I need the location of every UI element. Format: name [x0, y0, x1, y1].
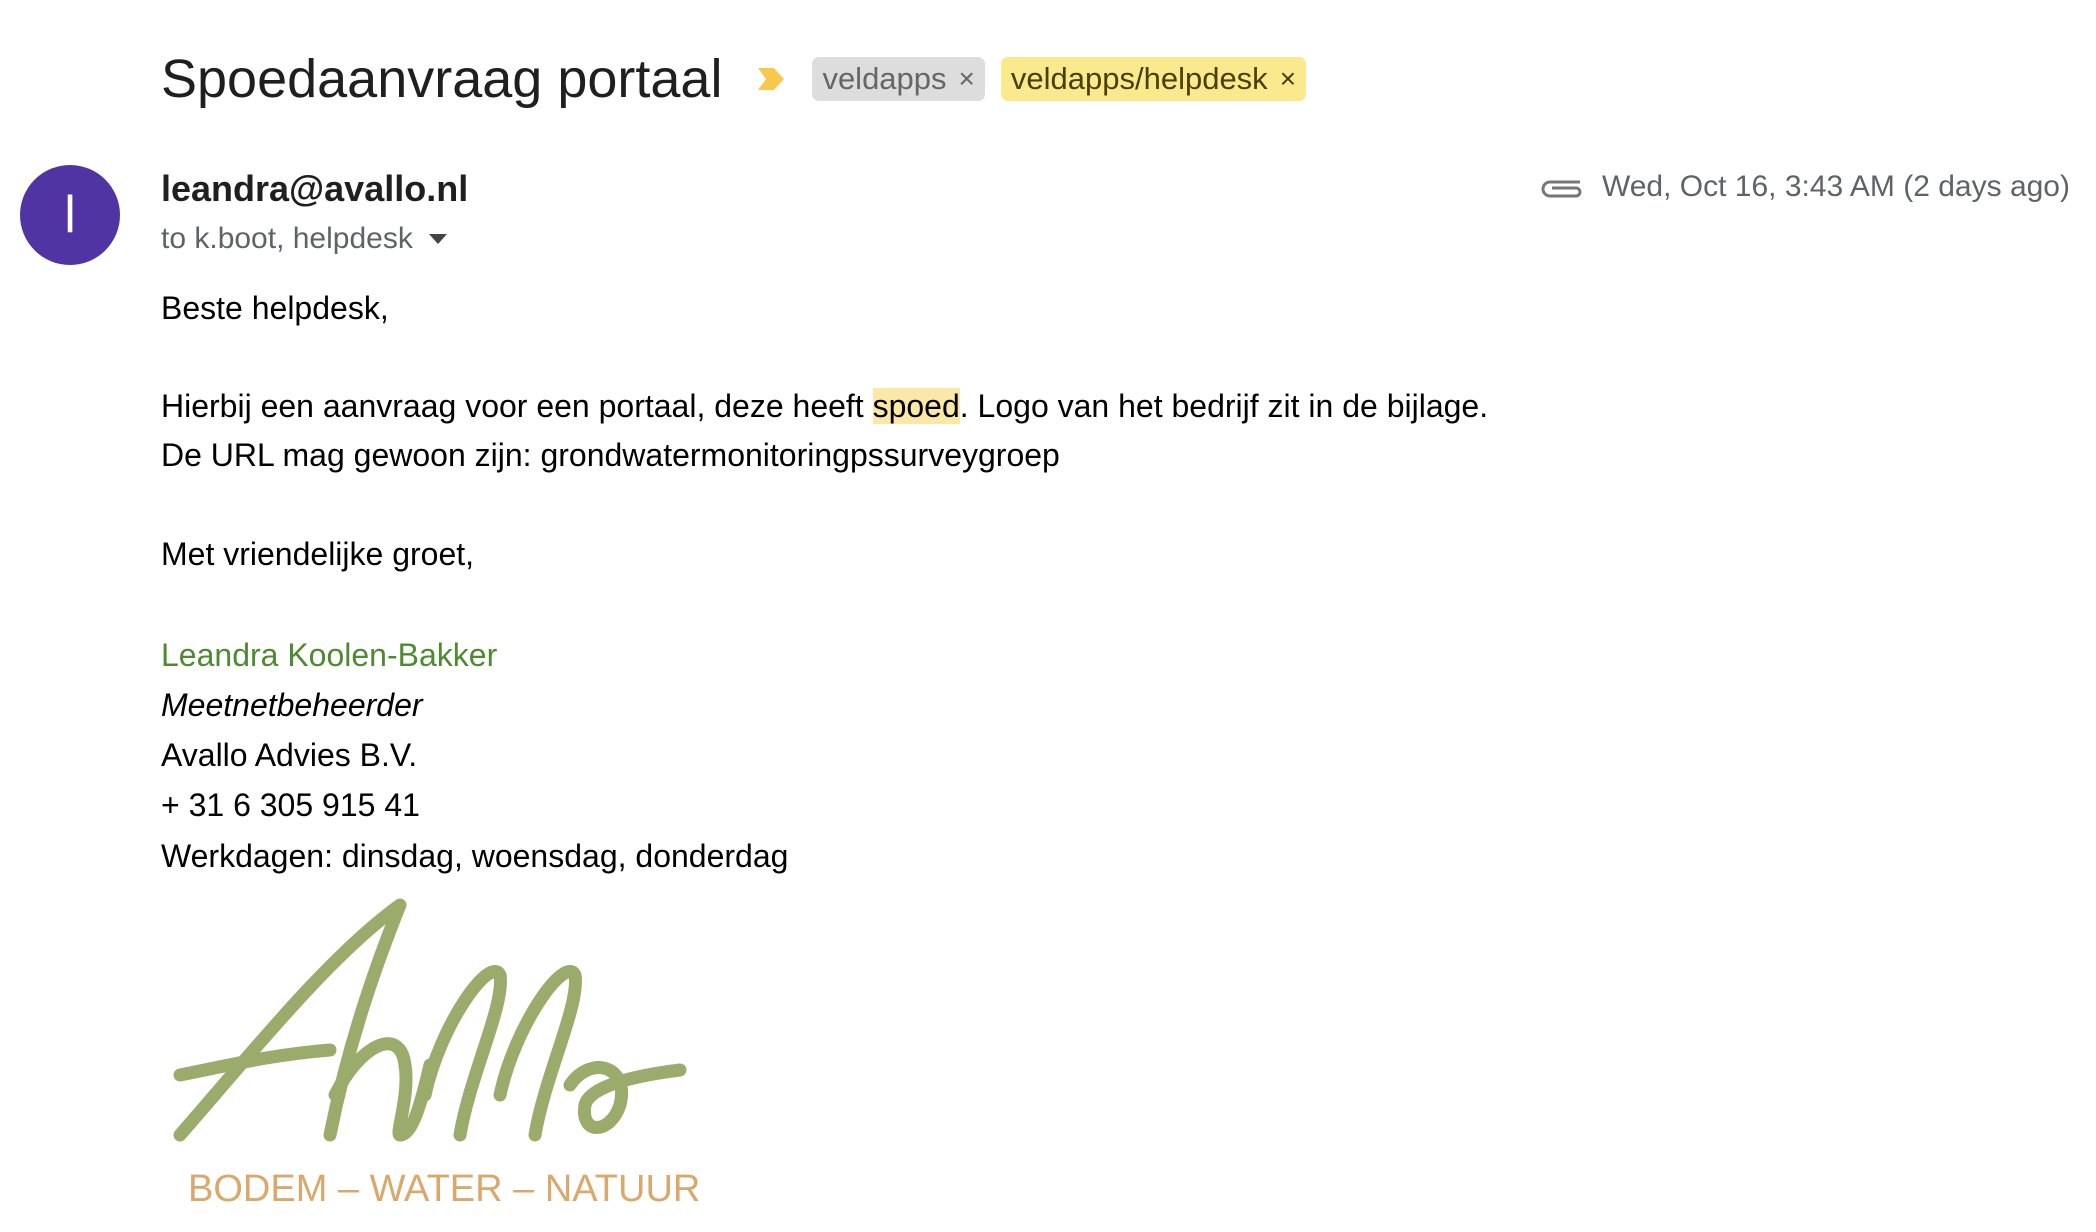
importance-marker-icon[interactable] [756, 64, 786, 94]
company-logo: BODEM – WATER – NATUUR [173, 898, 700, 1210]
signature-role: Meetnetbeheerder [161, 687, 423, 723]
body-line-1: Hierbij een aanvraag voor een portaal, d… [161, 388, 1488, 425]
attachment-paperclip-icon [1541, 180, 1582, 198]
body-line-2: De URL mag gewoon zijn: grondwatermonito… [161, 437, 1060, 473]
search-highlight: spoed [872, 388, 960, 424]
signature-workdays: Werkdagen: dinsdag, woensdag, donderdag [161, 838, 789, 874]
sender-avatar[interactable]: l [20, 165, 120, 265]
recipients: to k.boot, helpdesk [161, 222, 447, 256]
email-date: Wed, Oct 16, 3:43 AM (2 days ago) [1601, 170, 2070, 203]
closing: Met vriendelijke groet, [161, 536, 475, 572]
signature-company: Avallo Advies B.V. [161, 737, 418, 773]
body-text: Hierbij een aanvraag voor een portaal, d… [161, 388, 873, 424]
greeting: Beste helpdesk, [161, 290, 389, 326]
logo-tagline: BODEM – WATER – NATUUR [188, 1168, 700, 1210]
label-text: veldapps/helpdesk [1010, 61, 1268, 96]
signature-phone: + 31 6 305 915 41 [161, 787, 420, 823]
email-meta: Wed, Oct 16, 3:43 AM (2 days ago) [1540, 170, 2070, 204]
label-text: veldapps [822, 61, 947, 96]
remove-label-icon[interactable]: × [959, 63, 975, 95]
recipients-text: to k.boot, helpdesk [161, 222, 413, 255]
email-subject: Spoedaanvraag portaal [161, 49, 723, 109]
label-chip-veldapps[interactable]: veldapps × [812, 57, 985, 101]
subject-row: Spoedaanvraag portaal veldapps × veldapp… [161, 44, 1307, 114]
body-text: . Logo van het bedrijf zit in de bijlage… [959, 388, 1489, 424]
signature-name: Leandra Koolen-Bakker [161, 637, 498, 673]
label-chip-veldapps-helpdesk[interactable]: veldapps/helpdesk × [1000, 57, 1307, 101]
remove-label-icon[interactable]: × [1280, 63, 1296, 95]
show-details-dropdown-icon[interactable] [428, 234, 447, 244]
sender-email[interactable]: leandra@avallo.nl [161, 168, 468, 210]
